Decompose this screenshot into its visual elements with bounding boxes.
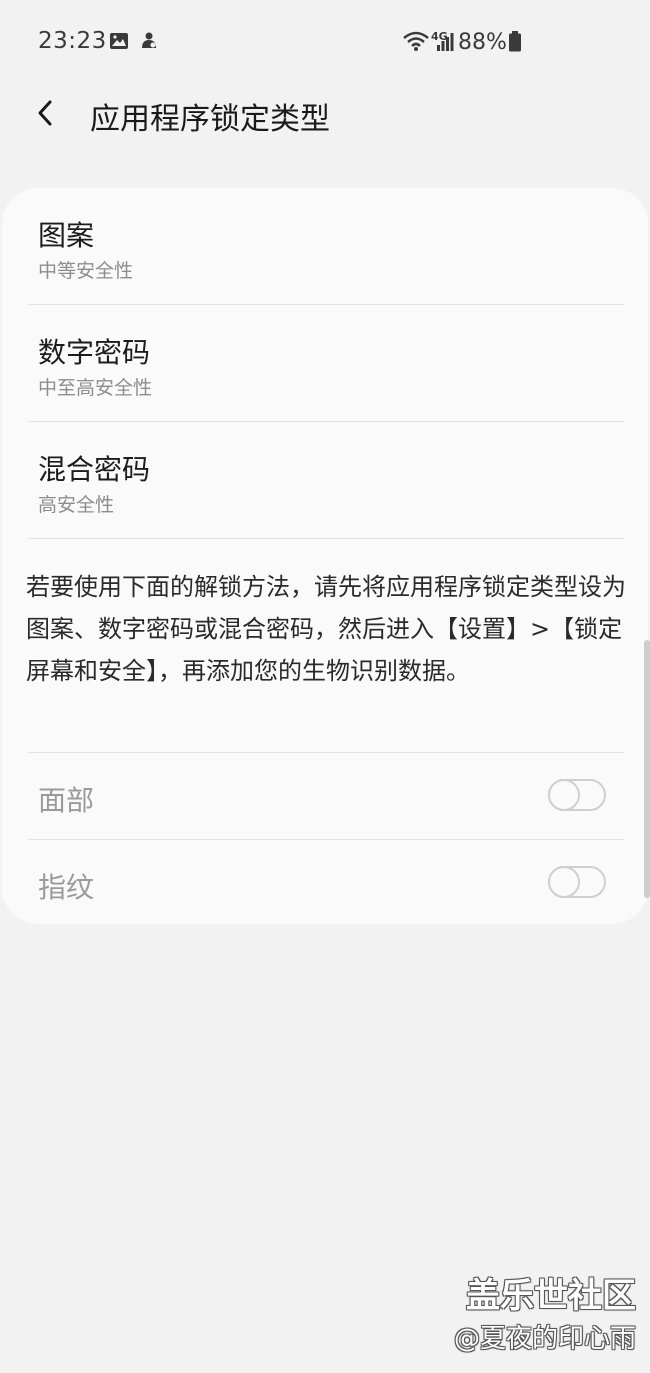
settings-card: 图案 中等安全性 数字密码 中至高安全性 混合密码 高安全性 若要使用下面的解锁… <box>2 188 648 924</box>
page-title: 应用程序锁定类型 <box>90 102 330 137</box>
toggle-knob <box>548 779 580 811</box>
lock-type-password[interactable]: 混合密码 高安全性 <box>2 422 648 538</box>
wifi-icon <box>402 30 430 52</box>
fingerprint-toggle[interactable] <box>548 866 606 898</box>
watermark-title: 盖乐世社区 <box>466 1276 636 1316</box>
chevron-left-icon <box>38 100 52 126</box>
status-time: 23:23 <box>38 28 107 54</box>
option-title: 图案 <box>38 219 95 252</box>
battery-icon <box>508 31 522 53</box>
lock-type-pattern[interactable]: 图案 中等安全性 <box>2 188 648 304</box>
notification-icon <box>138 30 160 52</box>
status-bar: 23:23 4G 88% <box>0 0 650 84</box>
app-bar: 应用程序锁定类型 <box>0 84 650 144</box>
biometrics-info-text: 若要使用下面的解锁方法，请先将应用程序锁定类型设为图案、数字密码或混合密码，然后… <box>26 573 626 685</box>
face-toggle[interactable] <box>548 779 606 811</box>
toggle-label: 指纹 <box>38 871 95 904</box>
image-icon <box>108 30 130 52</box>
option-subtitle: 中至高安全性 <box>38 377 153 399</box>
option-subtitle: 高安全性 <box>38 494 115 516</box>
option-title: 混合密码 <box>38 453 151 486</box>
toggle-knob <box>548 866 580 898</box>
signal-icon <box>436 30 454 52</box>
face-toggle-row[interactable]: 面部 <box>2 753 648 839</box>
scrollbar[interactable] <box>644 640 650 898</box>
battery-percent: 88% <box>458 30 507 55</box>
option-subtitle: 中等安全性 <box>38 260 134 282</box>
watermark-handle: @夏夜的印心雨 <box>453 1324 636 1354</box>
divider <box>28 538 624 539</box>
lock-type-pin[interactable]: 数字密码 中至高安全性 <box>2 305 648 421</box>
option-title: 数字密码 <box>38 336 151 369</box>
fingerprint-toggle-row[interactable]: 指纹 <box>2 840 648 926</box>
toggle-label: 面部 <box>38 784 95 817</box>
back-button[interactable] <box>22 90 68 136</box>
